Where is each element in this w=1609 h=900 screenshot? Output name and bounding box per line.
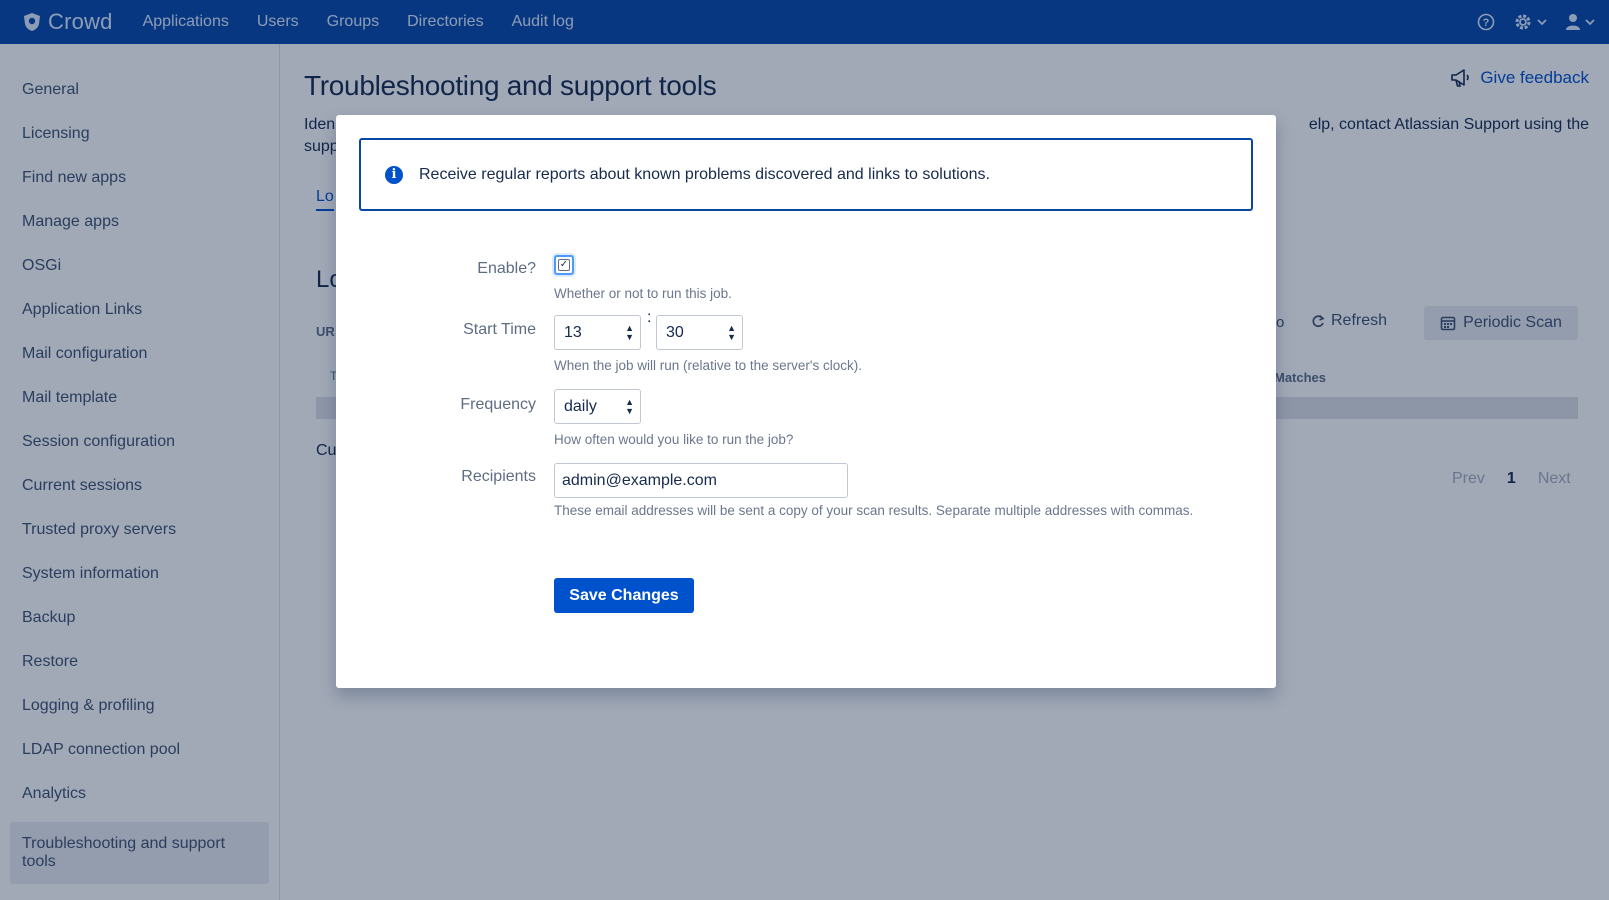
select-arrows-icon: ▲ ▼ bbox=[727, 323, 736, 342]
frequency-value: daily bbox=[564, 397, 597, 415]
info-icon: i bbox=[385, 165, 403, 184]
start-hour-value: 13 bbox=[564, 323, 582, 341]
checkmark-icon: ✓ bbox=[558, 259, 570, 271]
start-minute-value: 30 bbox=[666, 323, 684, 341]
select-arrows-icon: ▲ ▼ bbox=[625, 323, 634, 342]
start-minute-select[interactable]: 30 ▲ ▼ bbox=[656, 315, 743, 350]
start-time-label: Start Time bbox=[463, 321, 536, 338]
frequency-select[interactable]: daily ▲ ▼ bbox=[554, 389, 641, 424]
recipients-label: Recipients bbox=[461, 468, 536, 485]
save-changes-button[interactable]: Save Changes bbox=[554, 578, 694, 613]
enable-help: Whether or not to run this job. bbox=[554, 286, 732, 301]
start-hour-select[interactable]: 13 ▲ ▼ bbox=[554, 315, 641, 350]
select-arrows-icon: ▲ ▼ bbox=[625, 397, 634, 416]
recipients-help: These email addresses will be sent a cop… bbox=[554, 503, 1194, 518]
info-message: i Receive regular reports about known pr… bbox=[359, 138, 1253, 211]
enable-label: Enable? bbox=[477, 260, 536, 277]
enable-checkbox[interactable]: ✓ bbox=[554, 255, 574, 275]
frequency-label: Frequency bbox=[460, 396, 536, 413]
recipients-value: admin@example.com bbox=[562, 471, 717, 489]
periodic-scan-dialog: i Receive regular reports about known pr… bbox=[336, 115, 1276, 688]
start-time-help: When the job will run (relative to the s… bbox=[554, 358, 862, 373]
frequency-help: How often would you like to run the job? bbox=[554, 432, 794, 447]
info-message-text: Receive regular reports about known prob… bbox=[419, 165, 990, 183]
time-separator: : bbox=[647, 309, 652, 326]
recipients-input[interactable]: admin@example.com bbox=[554, 463, 848, 498]
